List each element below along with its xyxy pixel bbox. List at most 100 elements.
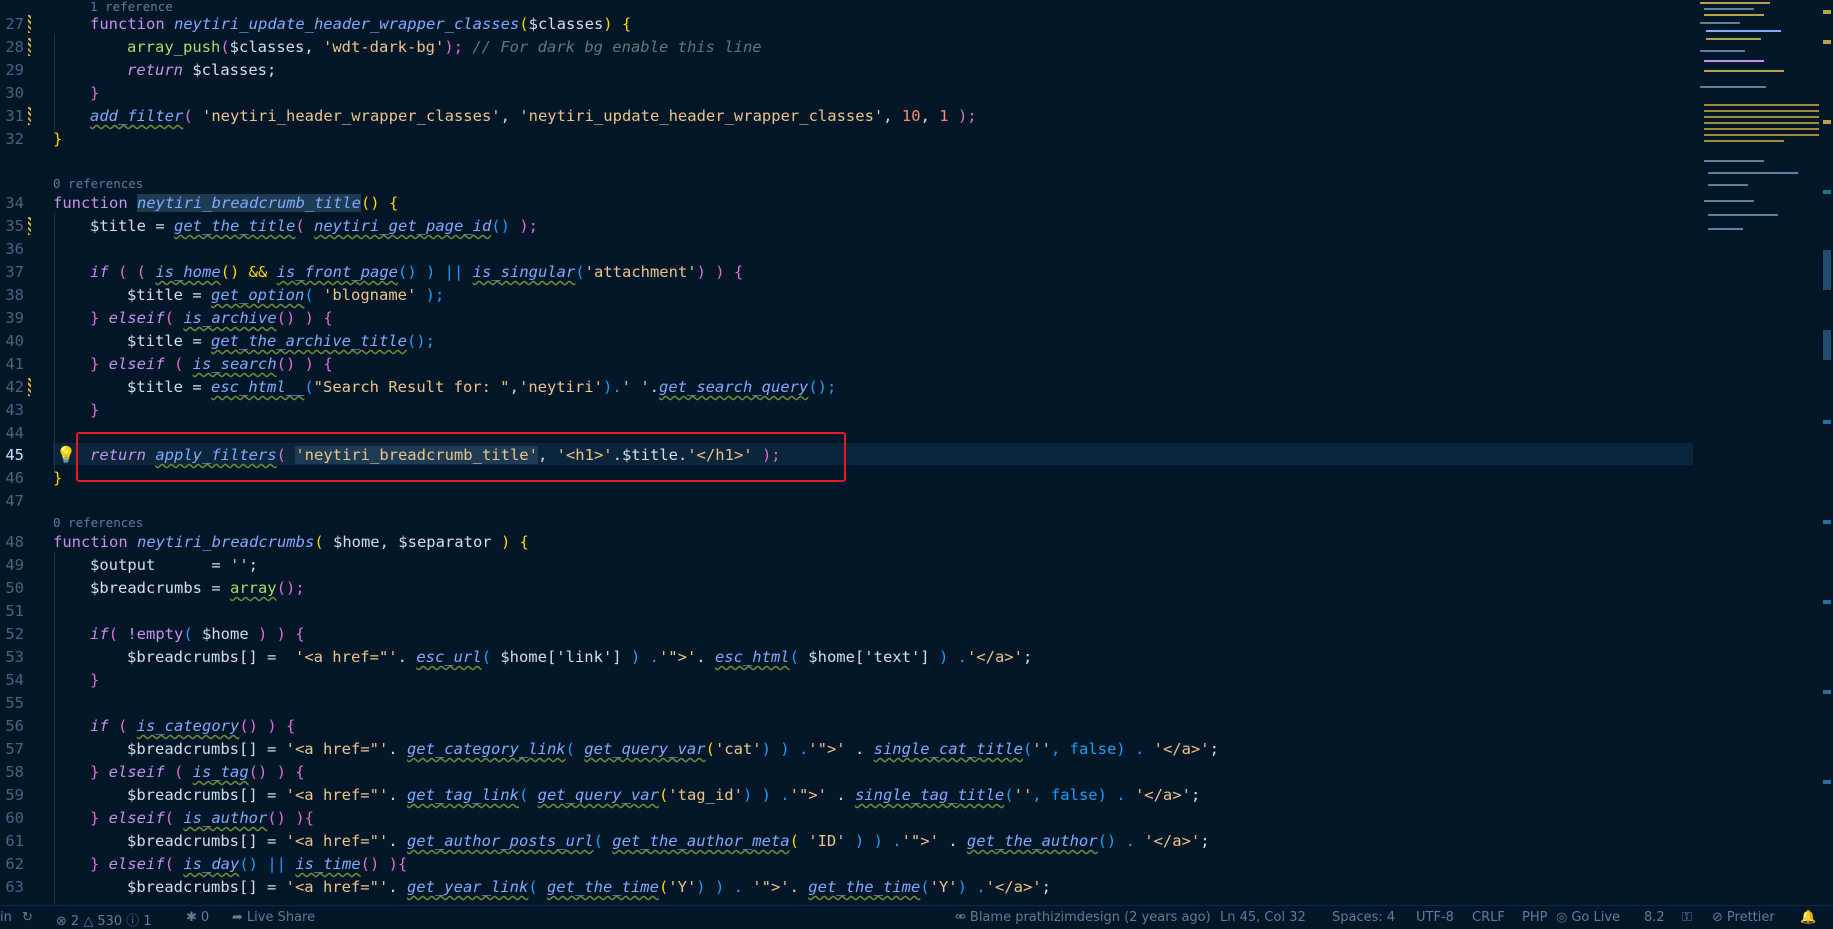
problems-indicator[interactable]: ⊗ 2 △ 530 ⓘ 1 [56,910,152,929]
code-line-42[interactable]: $title = esc_html__("Search Result for: … [127,376,836,399]
git-blame[interactable]: ⚮ Blame prathizimdesign (2 years ago) [955,910,1211,925]
code-line-43[interactable]: } [90,399,99,422]
code-line-58[interactable]: } elseif ( is_tag() ) { [90,761,305,784]
paren: ( [295,217,314,235]
paren: () ) { [276,309,333,327]
code-line-59[interactable]: $breadcrumbs[] = '<a href="'. get_tag_li… [127,784,1200,807]
key-icon[interactable]: ⚿ [1682,910,1692,925]
function-call: get_the_time [546,878,659,896]
code-line-52[interactable]: if( !empty( $home ) ) { [90,623,305,646]
minimap-line [1704,140,1784,142]
gutter-modified-indicator[interactable] [28,15,31,33]
paren: ) ) . [742,786,790,804]
paren: ( [1004,786,1014,804]
function-call: get_option [211,286,305,304]
brace: { [612,15,632,33]
prettier-icon: ⊘ [1712,910,1723,925]
code-line-27[interactable]: function neytiri_update_header_wrapper_c… [90,13,631,36]
string: '' [1032,740,1051,758]
go-live-button[interactable]: ◎ Go Live [1556,910,1620,925]
code-line-49[interactable]: $output = ''; [90,554,258,577]
codelens-references[interactable]: 0 references [53,516,143,530]
code-line-37[interactable]: if ( ( is_home() && is_front_page() ) ||… [90,261,743,284]
code-line-54[interactable]: } [90,669,99,692]
minimap-line [1700,86,1766,88]
string: 'blogname' [323,286,417,304]
code-line-40[interactable]: $title = get_the_archive_title(); [127,330,435,353]
minimap-line [1708,172,1798,174]
code-line-34[interactable]: function neytiri_breadcrumb_title() { [53,192,398,215]
sync-icon[interactable]: ↻ [22,910,33,925]
ports-indicator[interactable]: ✱ 0 [186,910,209,925]
function-call: is_tag [192,763,249,781]
function-call: get_search_query [659,378,809,396]
code-line-61[interactable]: $breadcrumbs[] = '<a href="'. get_author… [127,830,1210,853]
variable: $title = [127,286,211,304]
code-line-31[interactable]: add_filter( 'neytiri_header_wrapper_clas… [90,105,977,128]
code-line-28[interactable]: array_push($classes, 'wdt-dark-bg'); // … [127,36,762,59]
minimap-line [1700,22,1740,24]
brace: } [90,401,100,419]
code-line-56[interactable]: if ( is_category() ) { [90,715,295,738]
cursor-position[interactable]: Ln 45, Col 32 [1220,910,1306,925]
code-line-48[interactable]: function neytiri_breadcrumbs( $home, $se… [53,531,529,554]
encoding[interactable]: UTF-8 [1416,910,1454,925]
live-share-icon: ➦ [232,910,243,925]
code-line-35[interactable]: $title = get_the_title( neytiri_get_page… [90,215,538,238]
function-call: is_archive [183,309,277,327]
code-editor[interactable]: 27 28 29 30 31 32 34 35 36 37 38 39 40 4… [0,0,1833,905]
code-line-29[interactable]: return $classes; [127,59,276,82]
bell-icon[interactable]: 🔔 [1800,910,1816,925]
code-line-38[interactable]: $title = get_option( 'blogname' ); [127,284,444,307]
codelens-references[interactable]: 0 references [53,177,143,191]
paren: ) ) . [696,878,753,896]
code-line-30[interactable]: } [90,82,99,105]
scroll-marker [1823,190,1831,194]
function-name: neytiri_breadcrumb_title [137,194,361,212]
variable: $title = [127,332,211,350]
function-call: neytiri_get_page_id [314,217,492,235]
keyword: return [127,61,183,79]
end-of-line[interactable]: CRLF [1472,910,1505,925]
minimap-line [1704,134,1822,136]
gutter-modified-indicator[interactable] [28,217,31,235]
paren: ( [565,740,585,758]
status-remote-partial[interactable]: in [0,910,12,925]
string: 'ID' [808,832,846,850]
code-line-63[interactable]: $breadcrumbs[] = '<a href="'. get_year_l… [127,876,1051,899]
live-share-button[interactable]: ➦ Live Share [232,910,315,925]
line-number: 48 [5,533,24,551]
code-line-53[interactable]: $breadcrumbs[] = '<a href="'. esc_url( $… [127,646,1032,669]
gutter-modified-indicator[interactable] [28,107,31,125]
code-line-60[interactable]: } elseif( is_author() ){ [90,807,314,830]
line-number: 59 [5,786,24,804]
paren: () [360,194,380,212]
lightbulb-icon[interactable]: 💡 [56,445,76,464]
codelens-references[interactable]: 1 reference [90,0,173,14]
prettier-button[interactable]: ⊘ Prettier [1712,910,1775,925]
gutter-modified-indicator[interactable] [28,378,31,396]
variable: $home['text'] [808,648,930,666]
code-line-46[interactable]: } [53,467,62,490]
minimap[interactable] [1700,0,1822,260]
string: '<a href="' [285,832,389,850]
code-line-39[interactable]: } elseif( is_archive() ) { [90,307,333,330]
code-line-62[interactable]: } elseif( is_day() || is_time() ){ [90,853,407,876]
code-line-50[interactable]: $breadcrumbs = array(); [90,577,305,600]
minimap-line [1704,200,1754,202]
string: '">' [901,832,939,850]
string: 'Y' [668,878,697,896]
punct: . [696,648,715,666]
language-mode[interactable]: PHP [1522,910,1547,925]
php-version[interactable]: 8.2 [1644,910,1665,925]
vertical-scrollbar[interactable] [1819,0,1833,905]
paren: ( [789,648,809,666]
gutter-modified-indicator[interactable] [28,38,31,56]
code-line-32[interactable]: } [53,128,62,151]
minimap-line [1708,214,1778,216]
indentation[interactable]: Spaces: 4 [1332,910,1395,925]
code-line-57[interactable]: $breadcrumbs[] = '<a href="'. get_catego… [127,738,1219,761]
code-line-41[interactable]: } elseif ( is_search() ) { [90,353,333,376]
punct: , [500,107,520,125]
brace: } [90,84,100,102]
